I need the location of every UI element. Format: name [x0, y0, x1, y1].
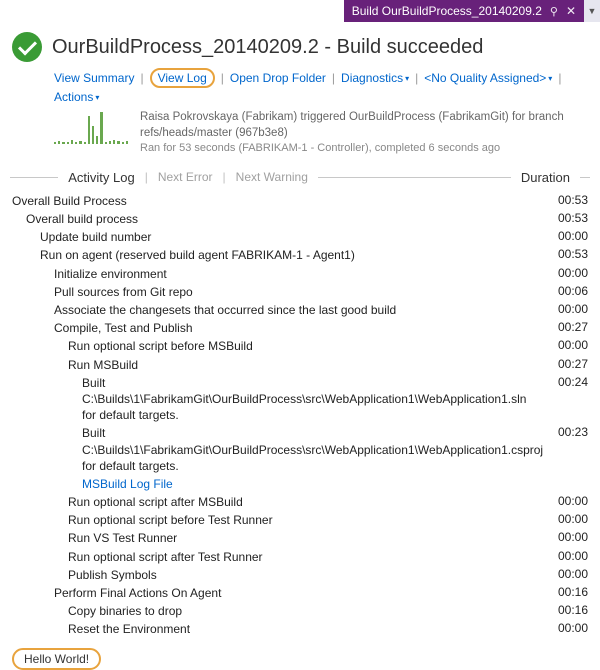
- link-view-summary[interactable]: View Summary: [54, 71, 134, 85]
- log-text: Publish Symbols: [12, 567, 540, 583]
- log-row: Run optional script after MSBuild00:00: [12, 494, 588, 510]
- tab-dropdown-icon[interactable]: ▼: [584, 0, 600, 22]
- link-diagnostics[interactable]: Diagnostics▾: [341, 71, 409, 85]
- highlight-view-log: View Log: [150, 68, 215, 88]
- log-row: Run on agent (reserved build agent FABRI…: [12, 247, 588, 263]
- link-actions[interactable]: Actions▾: [54, 90, 99, 104]
- chevron-down-icon: ▾: [405, 74, 409, 83]
- log-duration: 00:00: [540, 530, 588, 544]
- log-row: Run optional script before MSBuild00:00: [12, 338, 588, 354]
- build-timing-text: Ran for 53 seconds (FABRIKAM-1 - Control…: [140, 141, 588, 156]
- log-duration: 00:00: [540, 229, 588, 243]
- link-quality[interactable]: <No Quality Assigned>▾: [424, 71, 552, 85]
- log-text: Run VS Test Runner: [12, 530, 540, 546]
- log-row: Run optional script after Test Runner00:…: [12, 549, 588, 565]
- log-text: Overall build process: [12, 211, 540, 227]
- log-text: Built C:\Builds\1\FabrikamGit\OurBuildPr…: [12, 375, 540, 424]
- section-duration: Duration: [521, 170, 570, 185]
- page-title: OurBuildProcess_20140209.2 - Build succe…: [52, 36, 483, 59]
- log-text: Update build number: [12, 229, 540, 245]
- log-link[interactable]: MSBuild Log File: [12, 476, 540, 492]
- log-duration: 00:53: [540, 247, 588, 261]
- separator: |: [415, 71, 418, 85]
- log-row: Pull sources from Git repo00:06: [12, 284, 588, 300]
- link-view-log[interactable]: View Log: [158, 71, 207, 85]
- separator: |: [558, 71, 561, 85]
- pin-icon[interactable]: ⚲: [550, 5, 558, 18]
- separator: |: [140, 71, 143, 85]
- log-duration: 00:00: [540, 302, 588, 316]
- titlebar: Build OurBuildProcess_20140209.2 ⚲ ✕ ▼: [0, 0, 600, 22]
- log-duration: 00:00: [540, 567, 588, 581]
- log-text: Run MSBuild: [12, 357, 540, 373]
- chevron-down-icon: ▾: [548, 74, 552, 83]
- build-history-sparkline: [54, 110, 128, 144]
- section-activity-log: Activity Log: [68, 170, 134, 185]
- log-duration: 00:53: [540, 193, 588, 207]
- log-row: Publish Symbols00:00: [12, 567, 588, 583]
- log-text: Overall Build Process: [12, 193, 540, 209]
- window-tab[interactable]: Build OurBuildProcess_20140209.2 ⚲ ✕: [344, 0, 584, 22]
- build-header: OurBuildProcess_20140209.2 - Build succe…: [0, 22, 600, 160]
- log-row: Run optional script before Test Runner00…: [12, 512, 588, 528]
- success-icon: [12, 32, 42, 62]
- log-row: Run MSBuild00:27: [12, 357, 588, 373]
- log-duration: 00:00: [540, 512, 588, 526]
- log-duration: 00:00: [540, 338, 588, 352]
- log-row: Update build number00:00: [12, 229, 588, 245]
- log-row: Initialize environment00:00: [12, 266, 588, 282]
- log-row: Overall Build Process00:53: [12, 193, 588, 209]
- separator: |: [221, 71, 224, 85]
- link-open-drop[interactable]: Open Drop Folder: [230, 71, 326, 85]
- log-text: Run optional script after MSBuild: [12, 494, 540, 510]
- link-next-warning[interactable]: Next Warning: [236, 170, 308, 184]
- log-duration: 00:23: [553, 425, 588, 439]
- separator: |: [332, 71, 335, 85]
- log-row: Perform Final Actions On Agent00:16: [12, 585, 588, 601]
- log-text: Run optional script after Test Runner: [12, 549, 540, 565]
- log-duration: 00:00: [540, 549, 588, 563]
- log-text: Reset the Environment: [12, 621, 540, 637]
- log-text: Run on agent (reserved build agent FABRI…: [12, 247, 540, 263]
- log-duration: 00:06: [540, 284, 588, 298]
- log-row: Overall build process00:53: [12, 211, 588, 227]
- log-row: Associate the changesets that occurred s…: [12, 302, 588, 318]
- log-duration: 00:00: [540, 266, 588, 280]
- log-text: Run optional script before Test Runner: [12, 512, 540, 528]
- log-duration: 00:00: [540, 621, 588, 635]
- log-text: Associate the changesets that occurred s…: [12, 302, 540, 318]
- log-text: Compile, Test and Publish: [12, 320, 540, 336]
- build-meta: Raisa Pokrovskaya (Fabrikam) triggered O…: [140, 110, 588, 156]
- log-text: Copy binaries to drop: [12, 603, 540, 619]
- log-row: Compile, Test and Publish00:27: [12, 320, 588, 336]
- log-duration: 00:27: [540, 320, 588, 334]
- log-text: Perform Final Actions On Agent: [12, 585, 540, 601]
- log-duration: 00:53: [540, 211, 588, 225]
- log-duration: 00:16: [540, 603, 588, 617]
- log-text: Run optional script before MSBuild: [12, 338, 540, 354]
- log-duration: 00:24: [540, 375, 588, 389]
- log-duration: 00:00: [540, 494, 588, 508]
- tab-title: Build OurBuildProcess_20140209.2: [352, 4, 542, 18]
- log-text: Initialize environment: [12, 266, 540, 282]
- chevron-down-icon: ▾: [95, 93, 99, 102]
- log-row: Built C:\Builds\1\FabrikamGit\OurBuildPr…: [12, 375, 588, 424]
- highlight-hello-world: Hello World!: [12, 648, 101, 670]
- log-row: Built C:\Builds\1\FabrikamGit\OurBuildPr…: [12, 425, 588, 474]
- close-icon[interactable]: ✕: [566, 4, 576, 18]
- log-text: Built C:\Builds\1\FabrikamGit\OurBuildPr…: [12, 425, 553, 474]
- link-next-error[interactable]: Next Error: [158, 170, 213, 184]
- log-text: Pull sources from Git repo: [12, 284, 540, 300]
- log-duration: 00:27: [540, 357, 588, 371]
- log-row: Copy binaries to drop00:16: [12, 603, 588, 619]
- log-row: MSBuild Log File: [12, 476, 588, 492]
- section-bar: Activity Log | Next Error | Next Warning…: [0, 160, 600, 191]
- activity-log: Overall Build Process00:53Overall build …: [0, 191, 600, 646]
- log-row: Reset the Environment00:00: [12, 621, 588, 637]
- log-row: Run VS Test Runner00:00: [12, 530, 588, 546]
- header-linkbar: View Summary | View Log | Open Drop Fold…: [54, 68, 588, 104]
- build-trigger-text: Raisa Pokrovskaya (Fabrikam) triggered O…: [140, 110, 588, 141]
- log-duration: 00:16: [540, 585, 588, 599]
